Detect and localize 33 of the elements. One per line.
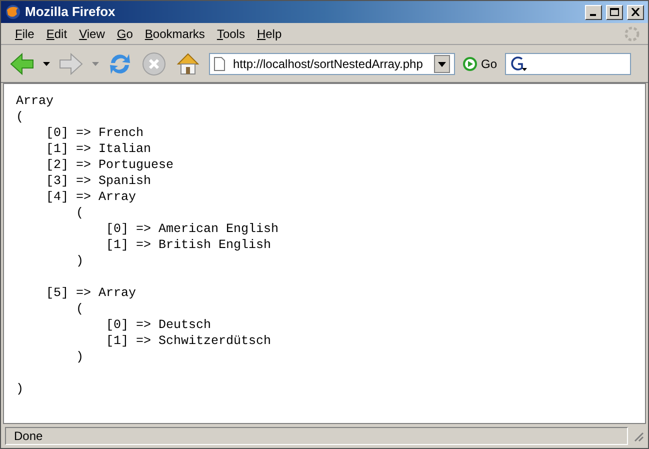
status-text: Done bbox=[14, 428, 43, 445]
window-title: Mozilla Firefox bbox=[25, 3, 116, 22]
menu-item[interactable]: Tools bbox=[210, 24, 251, 42]
search-field[interactable] bbox=[505, 52, 632, 74]
stop-icon bbox=[141, 50, 167, 76]
maximize-button[interactable] bbox=[606, 4, 623, 20]
menu-item[interactable]: View bbox=[73, 24, 111, 42]
array-output: Array ( [0] => French [1] => Italian [2] => Portuguese [3] => Spanish [4] => Array ( [0] => American English [1] => British English ) [5] => Array ( [0] => Deutsch [1] => Schwitzerdütsch ) ) bbox=[16, 93, 280, 397]
menu-item[interactable]: File bbox=[9, 24, 40, 42]
globe-icon bbox=[5, 4, 21, 20]
address-bar[interactable]: http://localhost/sortNestedArray.php bbox=[209, 52, 455, 74]
stop-button[interactable] bbox=[141, 50, 167, 76]
minimize-button[interactable] bbox=[585, 4, 602, 20]
resize-grip-icon bbox=[632, 430, 644, 442]
page-icon bbox=[214, 56, 225, 70]
home-button[interactable] bbox=[175, 50, 201, 76]
dropdown-icon[interactable] bbox=[43, 62, 50, 66]
back-button[interactable] bbox=[9, 52, 35, 76]
back-arrow-icon bbox=[9, 52, 35, 76]
menu-item[interactable]: Bookmarks bbox=[138, 24, 211, 42]
menu-item[interactable]: Edit bbox=[40, 24, 74, 42]
throbber-icon bbox=[624, 26, 640, 42]
forward-arrow-icon bbox=[58, 52, 84, 76]
close-icon bbox=[631, 8, 640, 16]
go-button[interactable]: Go bbox=[463, 54, 498, 72]
address-text: http://localhost/sortNestedArray.php bbox=[233, 56, 424, 72]
house-icon bbox=[175, 50, 201, 76]
menu-item[interactable]: Go bbox=[110, 24, 139, 42]
search-engine-icon bbox=[510, 56, 528, 72]
close-button[interactable] bbox=[627, 4, 644, 20]
play-icon bbox=[463, 56, 477, 70]
maximize-icon bbox=[610, 8, 619, 16]
menu-item[interactable]: Help bbox=[250, 24, 288, 42]
